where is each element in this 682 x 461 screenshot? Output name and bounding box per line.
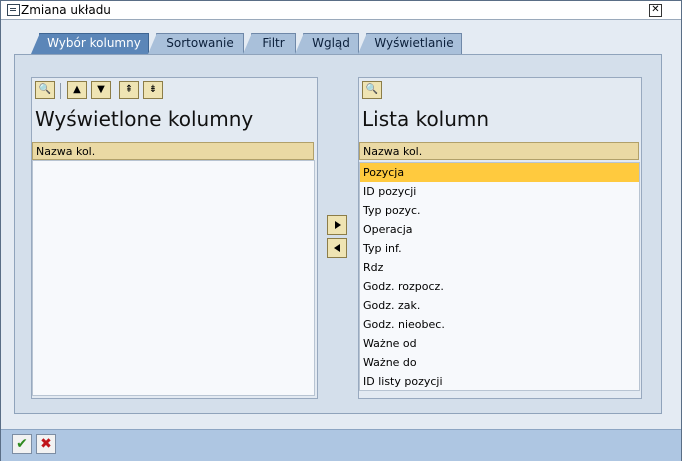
list-item[interactable]: Ważne do: [360, 353, 639, 372]
list-item[interactable]: Ważne od: [360, 334, 639, 353]
arrow-left-icon: [334, 244, 340, 252]
tab-view[interactable]: Wgląd: [295, 33, 359, 54]
title-bar: Zmiana układu ✕: [1, 1, 681, 20]
displayed-columns-panel: 🔍 ▲ ▼ ⇞ ⇟ Wyświetlone kolumny Nazwa kol.: [31, 77, 318, 399]
dialog-window: Zmiana układu ✕ Wybór kolumny Sortowanie…: [0, 0, 682, 461]
dialog-footer: ✔ ✖: [1, 429, 681, 461]
add-column-button[interactable]: [327, 215, 347, 235]
list-item[interactable]: Godz. zak.: [360, 296, 639, 315]
tab-label: Wgląd: [312, 36, 350, 50]
list-item[interactable]: Godz. rozpocz.: [360, 277, 639, 296]
list-item[interactable]: Godz. nieobec.: [360, 315, 639, 334]
left-column-header[interactable]: Nazwa kol.: [32, 142, 314, 160]
tab-filter[interactable]: Filtr: [243, 33, 296, 54]
tab-label: Filtr: [262, 36, 285, 50]
tab-sorting[interactable]: Sortowanie: [148, 33, 244, 54]
tab-content-panel: 🔍 ▲ ▼ ⇞ ⇟ Wyświetlone kolumny Nazwa kol.…: [14, 54, 662, 414]
confirm-check-icon[interactable]: ✔: [12, 434, 32, 454]
list-item[interactable]: ID listy pozycji: [360, 372, 639, 391]
tab-label: Wybór kolumny: [47, 36, 141, 50]
move-top-icon[interactable]: ⇞: [119, 81, 139, 99]
tab-column-selection[interactable]: Wybór kolumny: [31, 33, 149, 54]
list-item[interactable]: Operacja: [360, 220, 639, 239]
list-item[interactable]: Pozycja: [360, 163, 639, 182]
find-icon[interactable]: 🔍: [362, 81, 382, 99]
right-column-header[interactable]: Nazwa kol.: [359, 142, 639, 160]
list-item[interactable]: Typ inf.: [360, 239, 639, 258]
displayed-columns-list[interactable]: [32, 160, 315, 396]
column-list-panel: 🔍 Lista kolumn Nazwa kol. Pozycja ID pozy…: [358, 77, 642, 399]
arrow-right-icon: [335, 221, 341, 229]
remove-column-button[interactable]: [327, 238, 347, 258]
toolbar-separator: [60, 83, 61, 99]
move-up-icon[interactable]: ▲: [67, 81, 87, 99]
tab-label: Sortowanie: [166, 36, 234, 50]
move-bottom-icon[interactable]: ⇟: [143, 81, 163, 99]
displayed-columns-heading: Wyświetlone kolumny: [35, 107, 254, 131]
tab-label: Wyświetlanie: [374, 36, 454, 50]
list-item[interactable]: Typ pozyc.: [360, 201, 639, 220]
list-item[interactable]: Rdz: [360, 258, 639, 277]
cancel-x-icon[interactable]: ✖: [36, 434, 56, 454]
list-item[interactable]: ID pozycji: [360, 182, 639, 201]
tab-display[interactable]: Wyświetlanie: [358, 33, 462, 54]
available-columns-list[interactable]: Pozycja ID pozycji Typ pozyc. Operacja Typ i…: [359, 162, 640, 391]
close-icon[interactable]: ✕: [649, 4, 662, 17]
move-down-icon[interactable]: ▼: [91, 81, 111, 99]
window-edit-icon: [7, 4, 20, 16]
column-list-heading: Lista kolumn: [362, 107, 490, 131]
find-icon[interactable]: 🔍: [35, 81, 55, 99]
window-title: Zmiana układu: [21, 3, 111, 17]
